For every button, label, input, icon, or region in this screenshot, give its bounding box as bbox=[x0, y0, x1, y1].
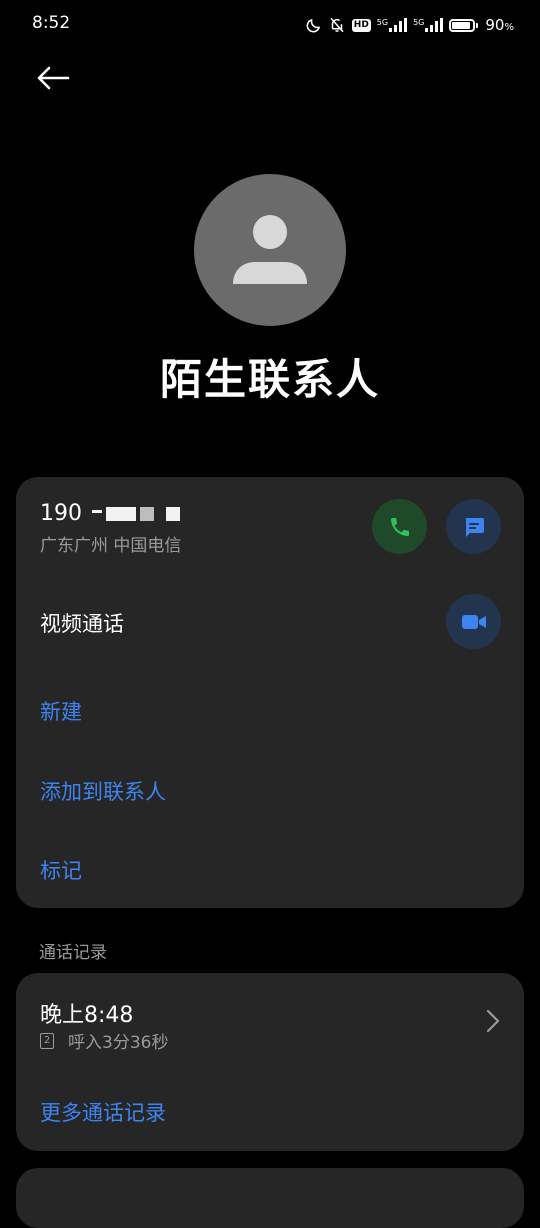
call-button[interactable] bbox=[372, 499, 427, 554]
add-to-contacts-link[interactable]: 添加到联系人 bbox=[40, 776, 166, 806]
message-icon bbox=[465, 517, 484, 537]
signal-icon bbox=[389, 18, 408, 32]
sim2-network-label: 5G bbox=[413, 18, 425, 27]
call-log-section-title: 通话记录 bbox=[39, 943, 107, 963]
battery-fill bbox=[452, 21, 471, 29]
person-icon bbox=[233, 215, 307, 284]
redacted-digits bbox=[88, 506, 180, 521]
video-call-button[interactable] bbox=[446, 594, 501, 649]
avatar bbox=[194, 174, 346, 326]
battery-icon bbox=[449, 18, 479, 32]
phone-location: 广东广州 中国电信 bbox=[40, 536, 182, 556]
message-button[interactable] bbox=[446, 499, 501, 554]
new-contact-link[interactable]: 新建 bbox=[40, 696, 82, 726]
contact-name: 陌生联系人 bbox=[159, 355, 380, 404]
phone-number-prefix: 190 bbox=[40, 501, 82, 526]
sim-slot-icon: 2 bbox=[40, 1032, 54, 1049]
call-log-entry[interactable]: 晚上8:48 2 呼入3分36秒 bbox=[16, 973, 524, 1073]
battery-value: 90 bbox=[485, 16, 505, 34]
call-log-time: 晚上8:48 bbox=[40, 1003, 134, 1028]
more-call-log-link[interactable]: 更多通话记录 bbox=[40, 1097, 166, 1127]
status-icons: HD 5G 5G 90% bbox=[305, 14, 514, 36]
status-time: 8:52 bbox=[32, 13, 71, 33]
sim1-network-label: 5G bbox=[376, 18, 389, 27]
video-camera-icon bbox=[461, 614, 486, 629]
chevron-right-icon bbox=[486, 1009, 500, 1037]
call-log-card: 晚上8:48 2 呼入3分36秒 更多通话记录 bbox=[16, 973, 524, 1151]
mark-number-link[interactable]: 标记 bbox=[40, 855, 82, 885]
video-call-label: 视频通话 bbox=[40, 612, 124, 636]
number-card: 190 广东广州 中国电信 视频通话 新建 添加到联系人 标记 bbox=[16, 477, 524, 908]
signal-icon bbox=[425, 18, 444, 32]
call-log-duration: 呼入3分36秒 bbox=[68, 1033, 169, 1053]
battery-percentage: 90% bbox=[485, 16, 514, 34]
bell-off-icon bbox=[328, 16, 346, 34]
sim1-signal: 5G bbox=[376, 18, 408, 32]
sim2-signal: 5G bbox=[413, 18, 444, 32]
battery-unit: % bbox=[504, 22, 514, 33]
call-log-detail: 2 呼入3分36秒 bbox=[40, 1028, 168, 1053]
phone-number[interactable]: 190 bbox=[40, 501, 180, 526]
back-button[interactable] bbox=[36, 60, 76, 96]
arrow-left-icon bbox=[37, 66, 70, 90]
phone-icon bbox=[390, 517, 409, 536]
hd-badge: HD bbox=[351, 18, 371, 32]
status-bar: 8:52 HD 5G 5G 90% bbox=[0, 0, 540, 50]
moon-icon bbox=[305, 17, 322, 34]
bottom-card-partial bbox=[16, 1168, 524, 1228]
